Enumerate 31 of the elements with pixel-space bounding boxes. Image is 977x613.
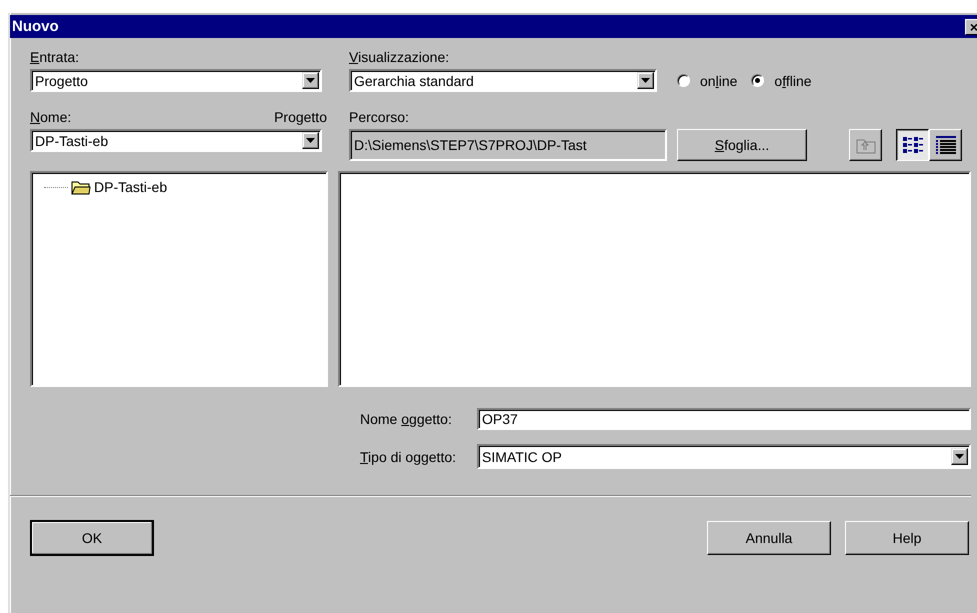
object-name-field[interactable]: OP37	[477, 408, 971, 430]
entry-dropdown[interactable]: Progetto	[30, 69, 322, 92]
radio-label[interactable]: online	[700, 72, 738, 88]
list-view-icon	[902, 135, 924, 155]
type-label: Progetto	[274, 108, 327, 126]
view-button[interactable]	[896, 129, 929, 161]
field-label: Entrata:	[30, 48, 80, 66]
caret-icon	[306, 138, 315, 143]
field-label: Nome oggetto:	[360, 411, 453, 427]
field-label: Percorso:	[349, 108, 409, 126]
details-view-icon	[934, 135, 956, 155]
radio-button[interactable]	[677, 74, 690, 87]
object-type-dropdown[interactable]: SIMATIC OP	[477, 444, 971, 469]
radio-button[interactable]	[751, 74, 764, 87]
tree-item[interactable]: DP-Tasti-eb	[94, 179, 168, 195]
view-dropdown[interactable]: Gerarchia standard	[349, 69, 657, 92]
caret-icon	[955, 454, 964, 459]
field-label: Tipo di oggetto:	[360, 448, 458, 464]
name-dropdown[interactable]: DP-Tasti-eb	[30, 129, 322, 152]
caret-icon	[641, 78, 650, 83]
dialog-button[interactable]: OK	[30, 520, 154, 556]
dialog-button[interactable]: Help	[845, 521, 969, 555]
field-label: Nome:	[30, 108, 72, 126]
field-label: Visualizzazione:	[349, 48, 450, 66]
path-field[interactable]: D:\Siemens\STEP7\S7PROJ\DP-Tast	[349, 129, 667, 161]
caret-icon	[306, 78, 315, 83]
window-title: Nuovo	[12, 18, 59, 35]
radio-label[interactable]: offline	[774, 72, 812, 88]
dialog-button[interactable]: Annulla	[707, 521, 831, 555]
browse-button[interactable]: Sfoglia...	[677, 129, 807, 161]
folder-icon	[71, 180, 91, 194]
